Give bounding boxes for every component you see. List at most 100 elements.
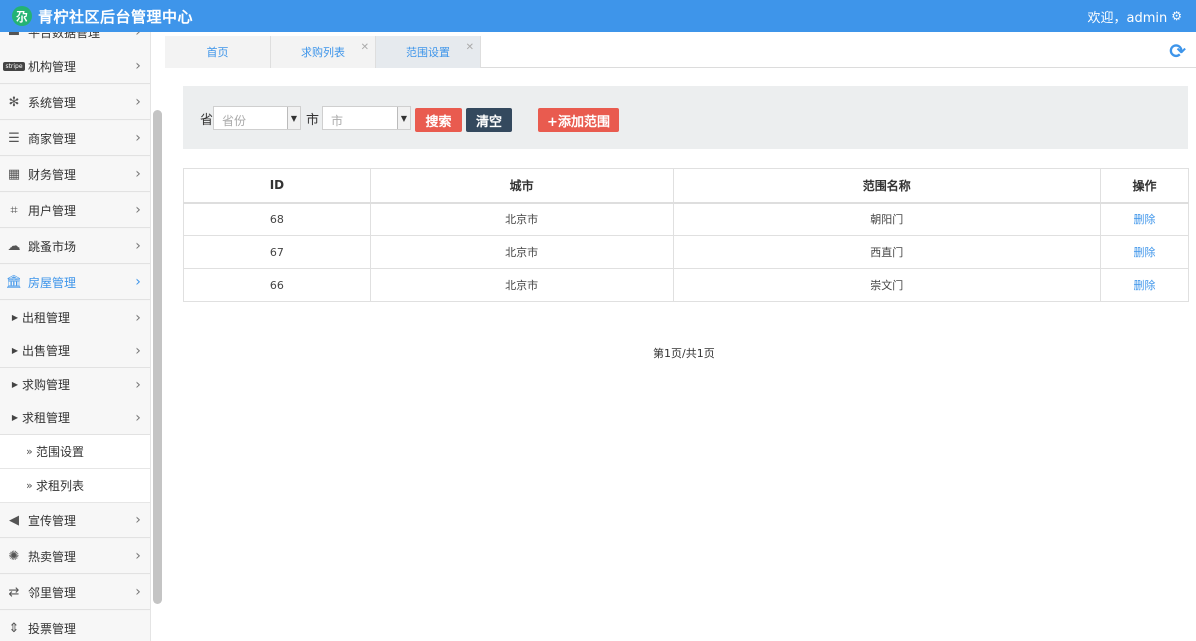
tab-label: 首页 [206, 46, 229, 59]
sidebar-item-label: 机构管理 [28, 59, 77, 74]
tab-label: 范围设置 [406, 46, 450, 59]
sidebar-sub-label: 求购管理 [22, 378, 71, 392]
province-placeholder: 省份 [222, 114, 247, 128]
chevron-right-icon: › [135, 548, 141, 564]
sidebar-sub-sale[interactable]: ▶ 出售管理 › [0, 334, 150, 368]
double-chevron-icon: » [26, 479, 33, 492]
tab-range-settings[interactable]: 范围设置 ✕ [376, 36, 481, 68]
tab-home[interactable]: 首页 [165, 36, 271, 68]
cell-city: 北京市 [369, 202, 674, 236]
chevron-right-icon: › [135, 584, 141, 600]
chevron-right-icon: › [135, 274, 141, 290]
sidebar-leaf-label: 求租列表 [36, 479, 85, 493]
sidebar-item-voting[interactable]: ⇕ 投票管理 [0, 611, 150, 641]
cell-range-name: 朝阳门 [672, 202, 1102, 236]
chevron-right-icon: › [135, 166, 141, 182]
dropdown-arrow-icon: ▼ [287, 107, 300, 129]
app-logo: 尕 [12, 6, 32, 26]
search-button[interactable]: 搜索 [415, 108, 462, 132]
bars-icon: ☰ [8, 130, 20, 146]
sidebar-sub-wanted-buy[interactable]: ▶ 求购管理 › [0, 368, 150, 402]
sidebar-item-promotion[interactable]: ◀ 宣传管理 › [0, 503, 150, 538]
pagination-info: 第1页/共1页 [653, 347, 715, 360]
chevron-right-icon: › [135, 409, 141, 426]
sidebar-item-flea-market[interactable]: ☁ 跳蚤市场 › [0, 229, 150, 264]
chevron-right-icon: › [135, 512, 141, 528]
add-range-button[interactable]: +添加范围 [538, 108, 619, 132]
province-label: 省 [200, 113, 214, 128]
monitor-icon: ▬ [7, 32, 21, 40]
delete-link[interactable]: 删除 [1134, 246, 1156, 259]
sidebar-item-hot-sale[interactable]: ✺ 热卖管理 › [0, 539, 150, 574]
cell-actions: 删除 [1100, 202, 1189, 236]
sidebar-item-system[interactable]: ✻ 系统管理 › [0, 85, 150, 120]
calculator-icon: ▦ [7, 166, 21, 182]
bank-icon: 🏛 [5, 274, 23, 290]
brand[interactable]: 尕 青柠社区后台管理中心 [0, 6, 193, 27]
chevron-right-icon: › [135, 130, 141, 146]
caret-right-icon: ▶ [11, 380, 18, 389]
table-row: 68 北京市 朝阳门 删除 [183, 202, 1189, 236]
gear-icon[interactable]: ⚙ [1171, 9, 1182, 23]
caret-right-icon: ▶ [11, 413, 18, 422]
sidebar-scrollbar[interactable] [153, 110, 162, 604]
sidebar-item-neighbors[interactable]: ⇄ 邻里管理 › [0, 575, 150, 610]
sidebar-item-label: 平台数据管理 [28, 32, 101, 40]
column-header-id[interactable]: ID [183, 168, 371, 204]
sidebar-item-label: 系统管理 [28, 95, 77, 110]
tab-label: 求购列表 [301, 46, 345, 59]
volume-icon: ◀ [9, 512, 19, 528]
sidebar-item-merchants[interactable]: ☰ 商家管理 › [0, 121, 150, 156]
close-icon[interactable]: ✕ [361, 42, 369, 53]
sidebar-sub-wanted-rent[interactable]: ▶ 求租管理 › [0, 401, 150, 435]
table-header-row: ID 城市 范围名称 操作 [183, 168, 1189, 204]
cell-city: 北京市 [369, 268, 674, 302]
sidebar-item-finance[interactable]: ▦ 财务管理 › [0, 157, 150, 192]
cell-city: 北京市 [369, 235, 674, 269]
sidebar-item-label: 用户管理 [28, 203, 77, 218]
city-select[interactable]: 市 ▼ [322, 106, 411, 130]
crop-icon: ⌗ [10, 202, 18, 218]
chevron-right-icon: › [135, 309, 141, 326]
sidebar-sub-label: 出租管理 [22, 311, 71, 325]
sidebar-item-label: 跳蚤市场 [28, 239, 77, 254]
chevron-right-icon: › [135, 202, 141, 218]
sidebar-item-label: 邻里管理 [28, 585, 77, 600]
sidebar-item-platform-data[interactable]: ▬ 平台数据管理 › [0, 32, 150, 50]
cell-id: 68 [183, 202, 371, 236]
column-header-range-name[interactable]: 范围名称 [672, 168, 1102, 204]
caret-right-icon: ▶ [11, 346, 18, 355]
app-title: 青柠社区后台管理中心 [38, 7, 194, 26]
cloud-icon: ☁ [7, 238, 21, 254]
tab-wanted-buy-list[interactable]: 求购列表 ✕ [271, 36, 376, 68]
column-header-city[interactable]: 城市 [369, 168, 674, 204]
clear-button[interactable]: 清空 [466, 108, 512, 132]
sidebar-leaf-rent-list[interactable]: » 求租列表 [0, 469, 150, 503]
sidebar-item-label: 宣传管理 [28, 513, 77, 528]
user-menu[interactable]: 欢迎，admin ⚙ [1088, 7, 1196, 26]
province-select[interactable]: 省份 ▼ [213, 106, 301, 130]
sidebar-leaf-range-settings[interactable]: » 范围设置 [0, 435, 150, 469]
sidebar-sub-rent-out[interactable]: ▶ 出租管理 › [0, 301, 150, 335]
sidebar-item-housing[interactable]: 🏛 房屋管理 › [0, 265, 150, 300]
sidebar-item-label: 财务管理 [28, 167, 77, 182]
cell-id: 66 [183, 268, 371, 302]
sidebar-item-label: 热卖管理 [28, 549, 77, 564]
filter-bar: 省 省份 ▼ 市 市 ▼ 搜索 清空 +添加范围 [183, 86, 1188, 149]
column-header-actions: 操作 [1100, 168, 1189, 204]
close-icon[interactable]: ✕ [466, 42, 474, 53]
sun-icon: ✺ [8, 548, 20, 564]
welcome-text: 欢迎，admin [1087, 10, 1168, 26]
sidebar-sub-label: 出售管理 [22, 344, 71, 358]
sidebar-item-users[interactable]: ⌗ 用户管理 › [0, 193, 150, 228]
table-row: 67 北京市 西直门 删除 [183, 235, 1189, 269]
sidebar-item-institutions[interactable]: stripe 机构管理 › [0, 49, 150, 84]
refresh-icon[interactable]: ⟳ [1169, 39, 1186, 63]
sidebar-item-label: 投票管理 [28, 621, 77, 636]
delete-link[interactable]: 删除 [1134, 279, 1156, 292]
stripe-icon: stripe [3, 61, 25, 71]
city-placeholder: 市 [331, 114, 344, 128]
chevron-right-icon: › [135, 342, 141, 359]
delete-link[interactable]: 删除 [1134, 213, 1156, 226]
sidebar-item-label: 商家管理 [28, 131, 77, 146]
